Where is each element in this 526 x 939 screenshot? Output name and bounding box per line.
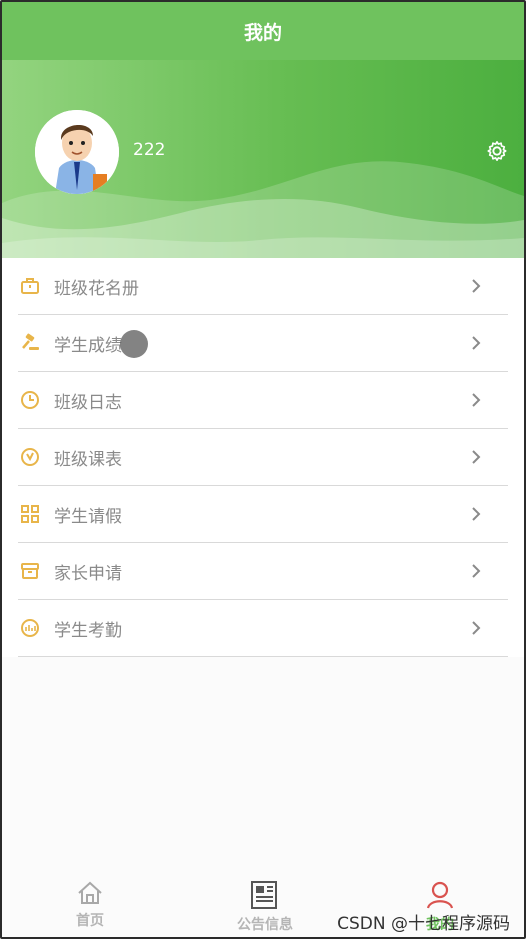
menu-item-parent-apply[interactable]: 家长申请 bbox=[18, 543, 508, 600]
dial-icon bbox=[20, 447, 40, 467]
chevron-right-icon bbox=[470, 561, 482, 581]
menu-item-label: 班级花名册 bbox=[54, 278, 139, 299]
user-icon bbox=[426, 881, 454, 909]
chevron-right-icon bbox=[470, 618, 482, 638]
page-title: 我的 bbox=[243, 21, 282, 44]
menu-list: 班级花名册 学生成绩 班级日志 班级课表 学生请假 家长申请 学生考勤 bbox=[2, 258, 524, 657]
menu-item-label: 班级日志 bbox=[54, 392, 122, 413]
chevron-right-icon bbox=[470, 276, 482, 296]
gavel-icon bbox=[20, 333, 40, 353]
chevron-right-icon bbox=[470, 390, 482, 410]
touch-indicator bbox=[120, 330, 148, 358]
home-icon bbox=[78, 881, 102, 904]
briefcase-icon bbox=[20, 276, 40, 296]
tab-notices[interactable]: 公告信息 bbox=[205, 880, 325, 934]
menu-item-label: 班级课表 bbox=[54, 449, 122, 470]
chevron-right-icon bbox=[470, 447, 482, 467]
archive-icon bbox=[20, 561, 40, 581]
menu-item-label: 学生考勤 bbox=[54, 620, 122, 641]
tab-home[interactable]: 首页 bbox=[30, 880, 150, 930]
clock-icon bbox=[20, 390, 40, 410]
menu-item-attendance[interactable]: 学生考勤 bbox=[18, 600, 508, 657]
username: 222 bbox=[133, 140, 166, 160]
chart-circle-icon bbox=[20, 618, 40, 638]
avatar[interactable] bbox=[35, 110, 119, 194]
avatar-image bbox=[35, 110, 119, 194]
menu-item-label: 学生请假 bbox=[54, 506, 122, 527]
menu-item-leave[interactable]: 学生请假 bbox=[18, 486, 508, 543]
menu-item-timetable[interactable]: 班级课表 bbox=[18, 429, 508, 486]
gear-icon bbox=[487, 141, 507, 161]
settings-button[interactable] bbox=[486, 140, 508, 162]
chevron-right-icon bbox=[470, 504, 482, 524]
tab-label: 公告信息 bbox=[237, 917, 293, 933]
profile-header: 222 bbox=[2, 60, 524, 258]
menu-item-grades[interactable]: 学生成绩 bbox=[18, 315, 508, 372]
page-title-bar: 我的 bbox=[2, 2, 524, 60]
app-screen: 我的 222 班级花名册 学生成绩 班级日志 班级课表 学生请假 家长申请 学生… bbox=[0, 0, 526, 939]
menu-item-label: 家长申请 bbox=[54, 563, 122, 584]
tab-label: 首页 bbox=[76, 913, 104, 929]
menu-item-class-log[interactable]: 班级日志 bbox=[18, 372, 508, 429]
watermark-text: CSDN @十七程序源码 bbox=[337, 914, 510, 934]
menu-item-roster[interactable]: 班级花名册 bbox=[18, 258, 508, 315]
menu-item-label: 学生成绩 bbox=[54, 335, 122, 356]
chevron-right-icon bbox=[470, 333, 482, 353]
newspaper-icon bbox=[251, 881, 277, 909]
grid-icon bbox=[20, 504, 40, 524]
